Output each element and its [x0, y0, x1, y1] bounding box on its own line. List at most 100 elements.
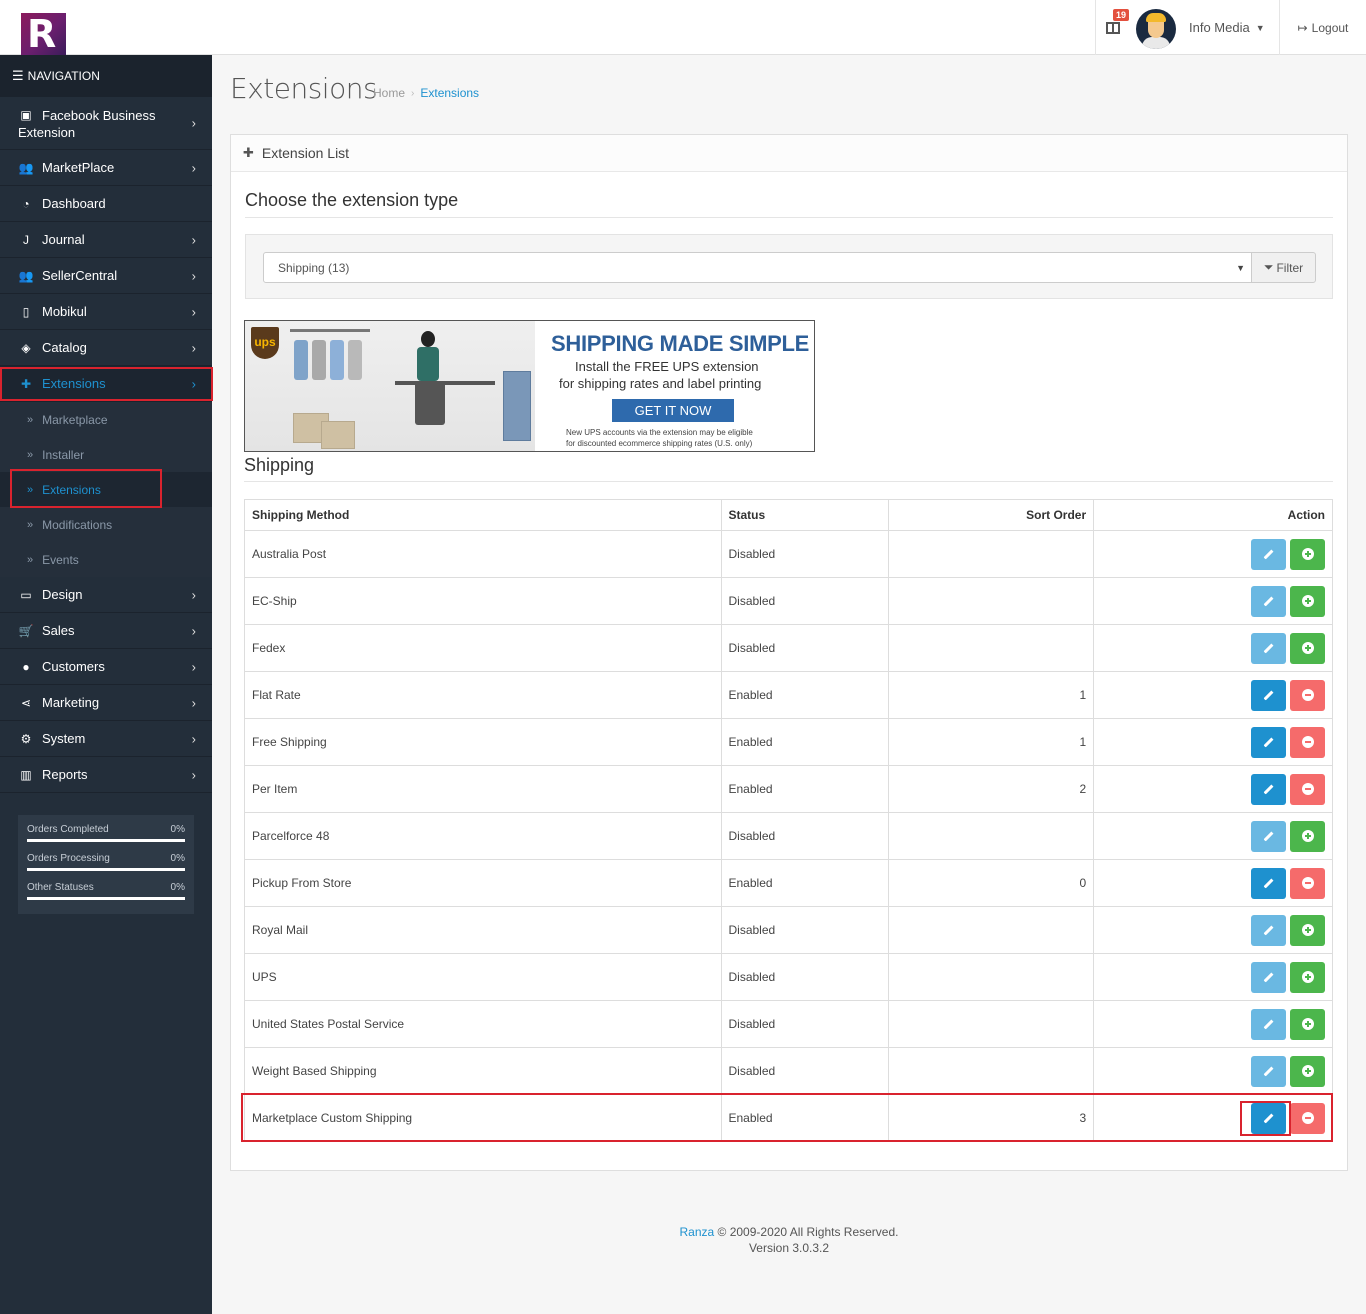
edit-button[interactable] — [1251, 773, 1286, 805]
sidebar-item-journal[interactable]: J Journal › — [0, 222, 212, 258]
sort-order-cell — [888, 624, 1095, 672]
footer-brand-link[interactable]: Ranza — [680, 1225, 715, 1239]
edit-button[interactable] — [1251, 820, 1286, 852]
edit-button[interactable] — [1251, 1102, 1286, 1134]
column-header-sort-order[interactable]: Sort Order — [888, 499, 1095, 531]
install-button[interactable] — [1290, 1055, 1325, 1087]
sidebar-item-customers[interactable]: ● Customers › — [0, 649, 212, 685]
get-it-now-button[interactable]: GET IT NOW — [612, 399, 734, 422]
edit-button[interactable] — [1251, 726, 1286, 758]
install-button[interactable] — [1290, 538, 1325, 570]
status-cell: Enabled — [720, 671, 890, 719]
edit-button[interactable] — [1251, 679, 1286, 711]
install-button[interactable] — [1290, 632, 1325, 664]
logout-button[interactable]: ↦ Logout — [1279, 0, 1366, 55]
status-cell: Enabled — [720, 718, 890, 766]
avatar[interactable] — [1136, 9, 1176, 49]
submenu-item-installer[interactable]: » Installer — [0, 437, 212, 472]
edit-button[interactable] — [1251, 585, 1286, 617]
stat-label: Orders Processing — [27, 853, 110, 864]
user-menu[interactable]: Info Media ▼ — [1189, 0, 1265, 55]
pencil-icon — [1263, 878, 1274, 888]
sidebar-item-reports[interactable]: ▥ Reports › — [0, 757, 212, 793]
status-cell: Enabled — [720, 859, 890, 907]
breadcrumb-extensions[interactable]: Extensions — [420, 86, 479, 100]
shipping-method-cell: Australia Post — [244, 530, 722, 578]
logo-letter: R — [27, 12, 57, 56]
minus-circle-icon — [1301, 1112, 1314, 1124]
edit-button[interactable] — [1251, 538, 1286, 570]
navigation-header[interactable]: ☰ NAVIGATION — [0, 55, 212, 97]
edit-button[interactable] — [1251, 1008, 1286, 1040]
minus-circle-icon — [1301, 783, 1314, 795]
logo[interactable]: R — [21, 13, 66, 55]
double-chevron-icon: » — [27, 448, 34, 461]
install-button[interactable] — [1290, 585, 1325, 617]
chevron-right-icon: › — [191, 376, 196, 391]
action-cell — [1093, 859, 1333, 907]
submenu-item-label: Extensions — [42, 482, 101, 497]
sidebar-item-dashboard[interactable]: ◔ Dashboard — [0, 186, 212, 222]
chevron-right-icon: › — [191, 623, 196, 638]
desktop-icon: ▭ — [20, 587, 32, 602]
uninstall-button[interactable] — [1290, 1102, 1325, 1134]
journal-icon: J — [23, 232, 29, 247]
pencil-icon — [1263, 1066, 1274, 1076]
double-chevron-icon: » — [27, 518, 34, 531]
sidebar-item-facebook-business-extension[interactable]: ▣ Facebook Business Extension › — [0, 97, 212, 150]
notifications-button[interactable]: 19 — [1095, 0, 1133, 55]
edit-button[interactable] — [1251, 867, 1286, 899]
sidebar-item-marketplace[interactable]: 👥 MarketPlace › — [0, 150, 212, 186]
shipping-section-title: Shipping — [244, 455, 315, 475]
chevron-right-icon: › — [191, 731, 196, 746]
person-head — [421, 331, 435, 347]
sidebar-item-sales[interactable]: 🛒 Sales › — [0, 613, 212, 649]
pencil-icon — [1263, 972, 1274, 982]
sidebar-item-system[interactable]: ⚙ System › — [0, 721, 212, 757]
sidebar-item-catalog[interactable]: ◈ Catalog › — [0, 330, 212, 366]
filter-button[interactable]: ⏷ Filter — [1251, 252, 1316, 283]
plus-circle-icon — [1301, 924, 1314, 936]
submenu-item-extensions[interactable]: » Extensions — [0, 472, 212, 507]
order-stats: Orders Completed 0% Orders Processing 0% O… — [18, 815, 194, 914]
submenu-item-modifications[interactable]: » Modifications — [0, 507, 212, 542]
edit-button[interactable] — [1251, 961, 1286, 993]
install-button[interactable] — [1290, 1008, 1325, 1040]
person-body — [417, 347, 439, 381]
uninstall-button[interactable] — [1290, 867, 1325, 899]
uninstall-button[interactable] — [1290, 679, 1325, 711]
column-header-status[interactable]: Status — [720, 499, 890, 531]
submenu-item-marketplace[interactable]: » Marketplace — [0, 402, 212, 437]
bar-chart-icon: ▥ — [20, 767, 32, 782]
install-button[interactable] — [1290, 914, 1325, 946]
uninstall-button[interactable] — [1290, 726, 1325, 758]
edit-button[interactable] — [1251, 914, 1286, 946]
sidebar-item-design[interactable]: ▭ Design › — [0, 577, 212, 613]
sidebar-item-sellercentral[interactable]: 👥 SellerCentral › — [0, 258, 212, 294]
column-header-method[interactable]: Shipping Method — [244, 499, 722, 531]
edit-button[interactable] — [1251, 632, 1286, 664]
action-buttons — [1251, 914, 1325, 946]
double-chevron-icon: » — [27, 413, 34, 426]
plus-circle-icon — [1301, 642, 1314, 654]
breadcrumb-home[interactable]: Home — [373, 86, 405, 100]
sidebar-item-marketing[interactable]: ⋖ Marketing › — [0, 685, 212, 721]
ups-banner[interactable]: ups SHIPPING MADE SIMPLE Install the FRE… — [244, 320, 815, 452]
avatar-hair — [1146, 13, 1166, 22]
extension-type-select[interactable]: Shipping (13) ▼ — [263, 252, 1252, 283]
sidebar-item-extensions[interactable]: ✚ Extensions › — [0, 366, 212, 402]
submenu-item-events[interactable]: » Events — [0, 542, 212, 577]
sidebar-item-mobikul[interactable]: ▯ Mobikul › — [0, 294, 212, 330]
status-cell: Disabled — [720, 577, 890, 625]
minus-circle-icon — [1301, 689, 1314, 701]
install-button[interactable] — [1290, 961, 1325, 993]
sidebar-item-label: Facebook Business Extension — [18, 108, 156, 140]
install-button[interactable] — [1290, 820, 1325, 852]
share-icon: ⋖ — [20, 695, 32, 710]
edit-button[interactable] — [1251, 1055, 1286, 1087]
uninstall-button[interactable] — [1290, 773, 1325, 805]
sidebar: R ☰ NAVIGATION ▣ Facebook Business Exten… — [0, 0, 212, 1314]
sort-order-cell — [888, 1000, 1095, 1048]
action-buttons — [1251, 538, 1325, 570]
ups-subtitle-line2: for shipping rates and label printing — [559, 376, 762, 391]
